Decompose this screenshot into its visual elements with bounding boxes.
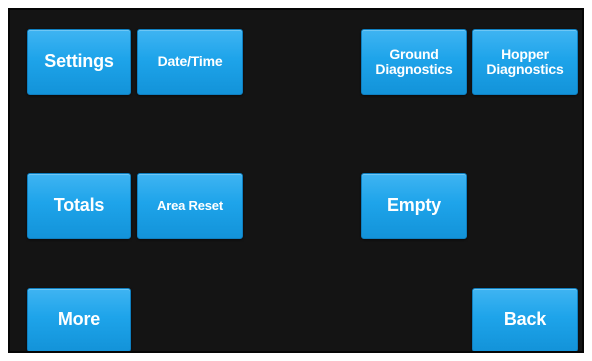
ground-diagnostics-label-line2: Diagnostics [375, 61, 453, 77]
date-time-button[interactable]: Date/Time [137, 29, 243, 95]
empty-button[interactable]: Empty [361, 173, 467, 239]
more-button[interactable]: More [27, 288, 131, 351]
empty-button-label: Empty [386, 195, 441, 216]
hopper-diagnostics-label-line1: Hopper [501, 45, 549, 62]
back-button[interactable]: Back [472, 288, 578, 351]
settings-button[interactable]: Settings [27, 29, 131, 95]
area-reset-button-label: Area Reset [157, 197, 223, 213]
ground-diagnostics-button[interactable]: Ground Diagnostics [361, 29, 467, 95]
area-reset-button[interactable]: Area Reset [137, 173, 243, 239]
settings-button-label: Settings [44, 51, 114, 72]
touch-screen: Settings Date/Time Ground Diagnostics Ho… [8, 8, 584, 353]
totals-button[interactable]: Totals [27, 173, 131, 239]
totals-button-label: Totals [53, 195, 105, 216]
hopper-diagnostics-label-line2: Diagnostics [486, 61, 564, 77]
hopper-diagnostics-button[interactable]: Hopper Diagnostics [472, 29, 578, 95]
device-bezel: Settings Date/Time Ground Diagnostics Ho… [0, 0, 592, 361]
ground-diagnostics-label-line1: Ground [389, 45, 439, 62]
back-button-label: Back [503, 309, 547, 330]
more-button-label: More [57, 309, 101, 330]
date-time-button-label: Date/Time [157, 53, 223, 70]
